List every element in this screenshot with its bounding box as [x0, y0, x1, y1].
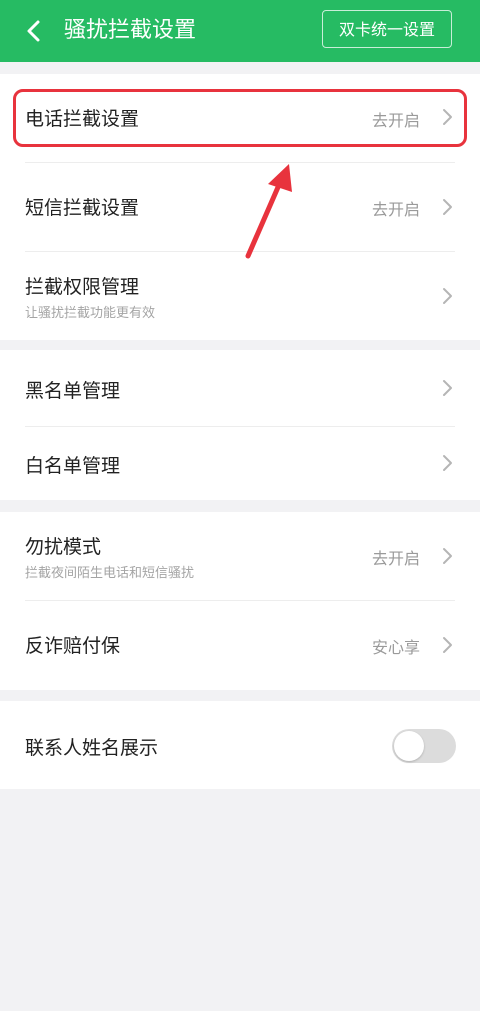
chevron-left-icon	[27, 20, 40, 42]
row-title: 反诈赔付保	[25, 635, 121, 657]
chevron-right-icon	[443, 455, 452, 471]
row-value: 安心享	[371, 638, 420, 657]
anti-fraud-row[interactable]: 反诈赔付保 安心享	[0, 601, 480, 690]
row-subtitle: 让骚扰拦截功能更有效	[25, 306, 156, 321]
row-title: 拦截权限管理	[25, 276, 140, 298]
app-header: 骚扰拦截设置 双卡统一设置	[0, 0, 480, 62]
chevron-right-icon	[443, 380, 452, 396]
row-title: 黑名单管理	[25, 380, 121, 402]
chevron-right-icon	[443, 109, 452, 125]
settings-group-block: 电话拦截设置 去开启 短信拦截设置 去开启 拦截权限管理 让骚扰拦截功能更有效	[0, 74, 480, 340]
dnd-mode-row[interactable]: 勿扰模式 拦截夜间陌生电话和短信骚扰 去开启	[0, 512, 480, 600]
row-title: 联系人姓名展示	[25, 737, 159, 759]
row-value: 去开启	[371, 200, 420, 219]
row-value: 去开启	[371, 111, 420, 130]
row-value: 去开启	[371, 549, 420, 568]
block-permissions-row[interactable]: 拦截权限管理 让骚扰拦截功能更有效	[0, 252, 480, 340]
settings-group-lists: 黑名单管理 白名单管理	[0, 350, 480, 500]
chevron-right-icon	[443, 548, 452, 564]
chevron-right-icon	[443, 199, 452, 215]
toggle-knob	[394, 731, 424, 761]
row-title: 白名单管理	[25, 455, 121, 477]
page-title: 骚扰拦截设置	[64, 18, 197, 43]
settings-group-protection: 勿扰模式 拦截夜间陌生电话和短信骚扰 去开启 反诈赔付保 安心享	[0, 512, 480, 690]
blacklist-row[interactable]: 黑名单管理	[0, 350, 480, 426]
row-title: 电话拦截设置	[25, 108, 140, 130]
chevron-right-icon	[443, 288, 452, 304]
row-title: 短信拦截设置	[25, 197, 140, 219]
sms-block-settings-row[interactable]: 短信拦截设置 去开启	[0, 163, 480, 251]
call-block-settings-row[interactable]: 电话拦截设置 去开启	[0, 74, 480, 160]
chevron-right-icon	[443, 637, 452, 653]
whitelist-row[interactable]: 白名单管理	[0, 427, 480, 500]
dual-sim-settings-button[interactable]: 双卡统一设置	[322, 10, 452, 48]
row-title: 勿扰模式	[25, 536, 102, 558]
contact-name-display-toggle[interactable]	[392, 729, 456, 763]
back-button[interactable]	[18, 14, 52, 48]
row-subtitle: 拦截夜间陌生电话和短信骚扰	[25, 566, 195, 581]
